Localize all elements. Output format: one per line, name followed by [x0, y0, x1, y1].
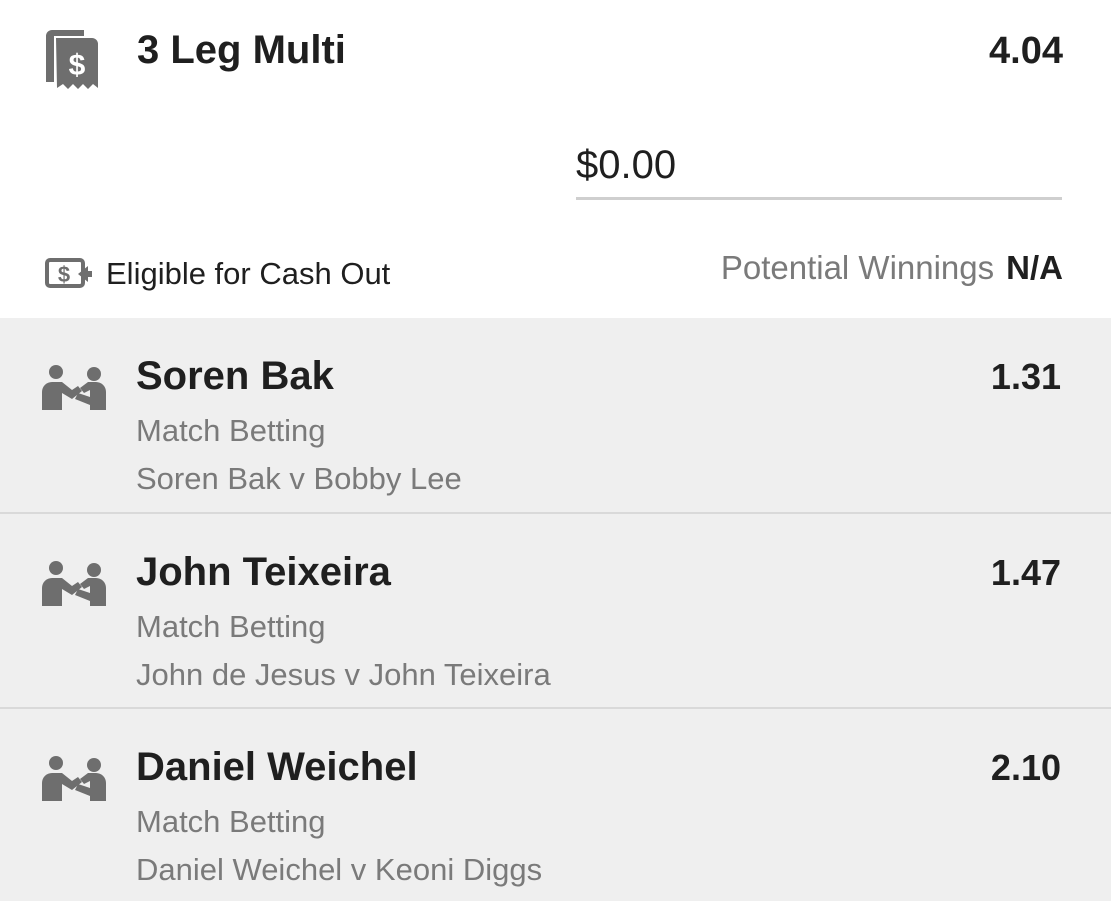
leg-selection: Soren Bak [136, 354, 334, 398]
multi-title: 3 Leg Multi [137, 28, 346, 72]
potential-winnings-value: N/A [1006, 249, 1063, 286]
svg-text:$: $ [69, 49, 86, 82]
stake-input[interactable] [576, 140, 1062, 200]
potential-winnings: Potential Winnings N/A [721, 244, 1063, 292]
leg-odds: 2.10 [990, 747, 1061, 788]
cash-out-icon: $ [44, 254, 94, 294]
leg-event: Daniel Weichel v Keoni Diggs [136, 852, 543, 887]
fighters-icon [40, 364, 108, 414]
multi-bet-card: $ 3 Leg Multi 4.04 $ Eligible for Cash O… [0, 0, 1111, 318]
leg-event: Soren Bak v Bobby Lee [136, 461, 462, 496]
leg-item[interactable]: Daniel Weichel 2.10 Match Betting Daniel… [0, 709, 1111, 901]
leg-selection: John Teixeira [136, 550, 391, 594]
leg-event: John de Jesus v John Teixeira [136, 657, 551, 692]
leg-odds: 1.47 [990, 552, 1061, 593]
cash-out-label: Eligible for Cash Out [106, 256, 391, 291]
potential-winnings-label: Potential Winnings [720, 249, 995, 286]
legs-list: Soren Bak 1.31 Match Betting Soren Bak v… [0, 318, 1111, 901]
leg-item[interactable]: Soren Bak 1.31 Match Betting Soren Bak v… [0, 318, 1111, 512]
svg-text:$: $ [58, 262, 70, 287]
bet-slip: $ 3 Leg Multi 4.04 $ Eligible for Cash O… [0, 0, 1111, 901]
leg-selection: Daniel Weichel [136, 745, 418, 789]
cash-out-indicator: $ Eligible for Cash Out [44, 250, 390, 298]
receipt-dollar-icon: $ [44, 28, 104, 94]
fighters-icon [40, 560, 108, 610]
leg-item[interactable]: John Teixeira 1.47 Match Betting John de… [0, 514, 1111, 708]
leg-market: Match Betting [136, 804, 326, 839]
leg-odds: 1.31 [990, 356, 1061, 397]
leg-market: Match Betting [136, 609, 326, 644]
multi-odds: 4.04 [989, 30, 1063, 72]
leg-market: Match Betting [136, 413, 326, 448]
fighters-icon [40, 755, 108, 805]
